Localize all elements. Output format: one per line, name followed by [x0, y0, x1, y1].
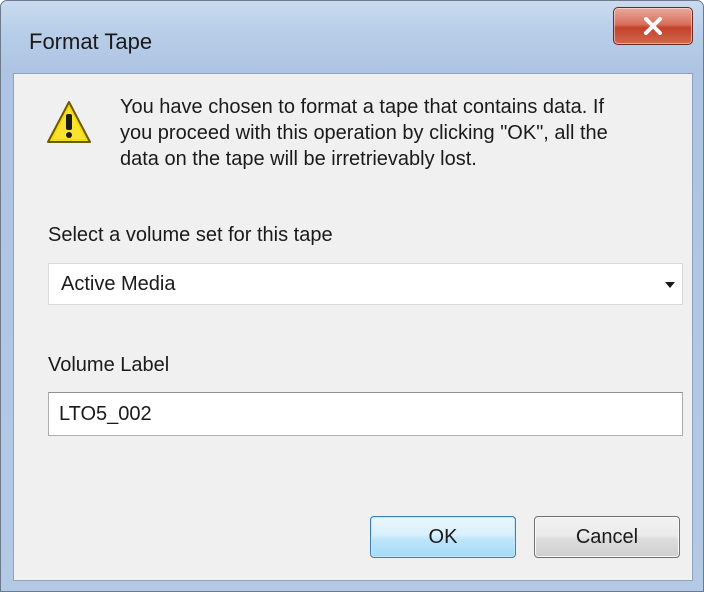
chevron-down-icon	[665, 282, 675, 288]
volume-label-input[interactable]: LTO5_002	[48, 392, 683, 436]
ok-button[interactable]: OK	[370, 516, 516, 558]
dialog-title: Format Tape	[29, 29, 153, 54]
volume-label-label: Volume Label	[48, 354, 170, 376]
message-line: you proceed with this operation by click…	[120, 122, 608, 144]
volume-set-selected-value: Active Media	[61, 273, 176, 295]
warning-icon	[47, 101, 91, 143]
close-icon	[644, 17, 662, 35]
message-line: You have chosen to format a tape that co…	[120, 96, 605, 118]
volume-set-select[interactable]: Active Media	[48, 263, 683, 305]
warning-message: You have chosen to format a tape that co…	[120, 94, 680, 172]
volume-label-value: LTO5_002	[59, 403, 152, 425]
title-bar[interactable]: Format Tape	[1, 1, 703, 73]
dialog-content: You have chosen to format a tape that co…	[13, 73, 693, 581]
close-button[interactable]	[613, 7, 693, 45]
format-tape-dialog: Format Tape You have chosen to format a …	[0, 0, 704, 592]
message-line: data on the tape will be irretrievably l…	[120, 148, 477, 170]
cancel-button[interactable]: Cancel	[534, 516, 680, 558]
volume-set-label: Select a volume set for this tape	[48, 224, 333, 246]
